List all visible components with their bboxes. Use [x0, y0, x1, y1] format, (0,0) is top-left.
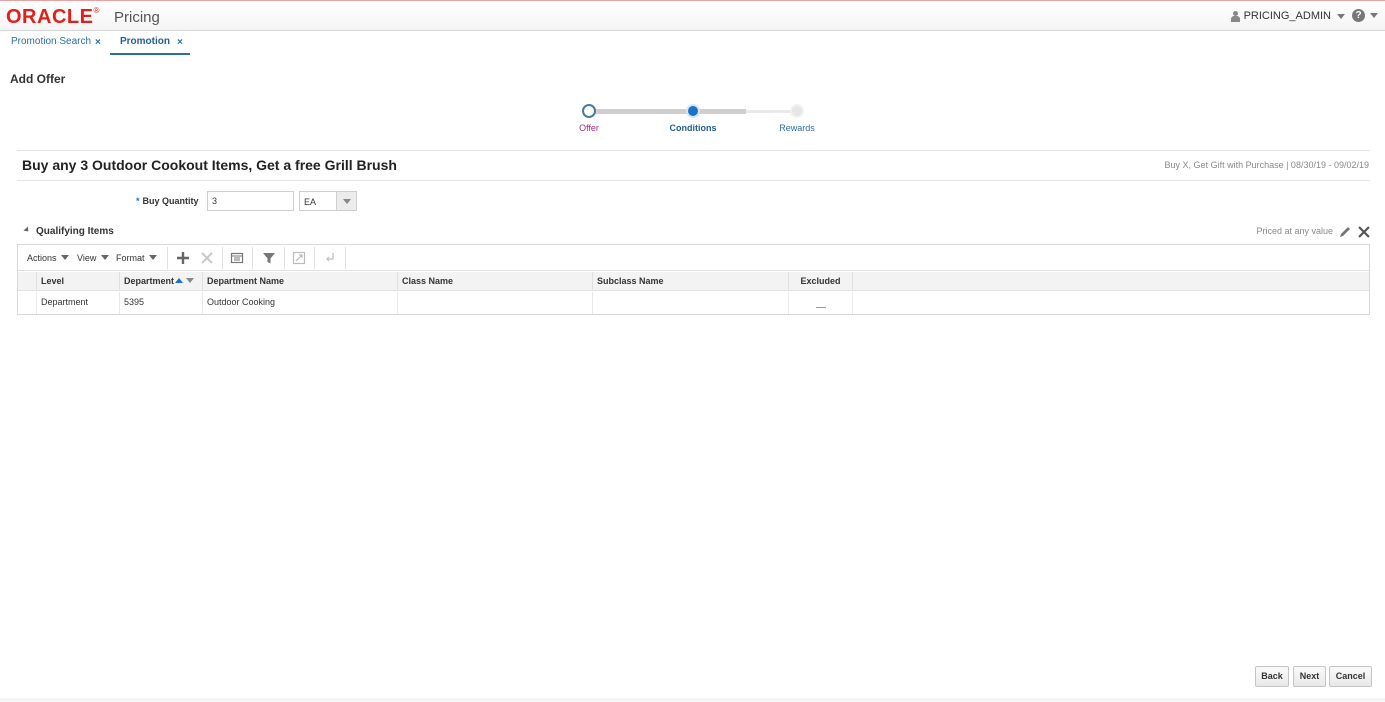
remove-icon[interactable]: [1357, 225, 1371, 239]
wrap-icon[interactable]: [323, 251, 337, 265]
tab-label: Promotion Search: [11, 36, 92, 47]
next-button[interactable]: Next: [1293, 666, 1326, 687]
format-menu[interactable]: Format: [116, 253, 158, 263]
buy-quantity-input[interactable]: [207, 191, 294, 211]
table-row[interactable]: Department 5395 Outdoor Cooking: [18, 292, 1369, 314]
actions-menu[interactable]: Actions: [27, 253, 70, 263]
table-toolbar: Actions View Format: [18, 245, 1369, 271]
priced-text: Priced at any value: [1256, 226, 1333, 236]
toolbar-separator: [167, 247, 168, 269]
column-header-subclass-name[interactable]: Subclass Name: [593, 272, 789, 291]
freeze-icon[interactable]: [292, 251, 306, 265]
sort-ascending-icon[interactable]: [175, 278, 184, 283]
train-label-offer[interactable]: Offer: [549, 123, 629, 133]
train-label-rewards[interactable]: Rewards: [757, 123, 837, 133]
view-menu[interactable]: View: [77, 253, 109, 263]
filter-icon[interactable]: [262, 251, 276, 265]
qualifying-items-header[interactable]: Qualifying Items: [23, 226, 114, 237]
empty-value-dash: [815, 307, 826, 308]
buy-quantity-label-text: Buy Quantity: [142, 196, 199, 206]
chevron-down-icon: [149, 255, 158, 260]
column-header-label: Excluded: [800, 276, 841, 286]
chevron-down-icon: [61, 255, 70, 260]
column-header-department[interactable]: Department: [120, 272, 203, 291]
column-header-level[interactable]: Level: [37, 272, 120, 291]
tab-promotion-search[interactable]: Promotion Search ×: [11, 36, 101, 55]
offer-meta: Buy X, Get Gift with Purchase | 08/30/19…: [1164, 160, 1369, 170]
train-connector: [746, 110, 796, 113]
help-menu[interactable]: ?: [1352, 9, 1378, 22]
logo-text: ORACLE: [6, 6, 94, 28]
chevron-down-icon[interactable]: [336, 192, 356, 210]
disclosure-icon[interactable]: [23, 226, 31, 234]
cell-excluded[interactable]: [789, 292, 853, 314]
column-header-label: Class Name: [402, 276, 454, 286]
delete-icon[interactable]: [200, 251, 214, 265]
oracle-logo[interactable]: ORACLE®: [6, 6, 100, 29]
uom-select[interactable]: EA: [299, 191, 357, 211]
toolbar-separator: [345, 247, 346, 269]
column-header-department-name[interactable]: Department Name: [203, 272, 398, 291]
user-icon: [1230, 10, 1240, 22]
qualifying-items-title: Qualifying Items: [36, 226, 114, 237]
app-name: Pricing: [114, 9, 160, 26]
train-stop-rewards[interactable]: [790, 104, 804, 118]
close-icon[interactable]: ×: [95, 37, 101, 48]
column-header-label: Department Name: [207, 276, 285, 286]
uom-value: EA: [304, 197, 317, 207]
chevron-down-icon: [100, 255, 109, 260]
train-label-conditions[interactable]: Conditions: [653, 123, 733, 133]
step-train: Offer Conditions Rewards: [560, 100, 840, 140]
cell-subclass-name: [593, 292, 789, 314]
row-header-cell: [18, 272, 37, 291]
footer-bar: [0, 698, 1385, 702]
logo-reg-mark: ®: [93, 6, 100, 15]
cell-class-name: [398, 292, 593, 314]
toolbar-separator: [314, 247, 315, 269]
offer-title: Buy any 3 Outdoor Cookout Items, Get a f…: [22, 157, 397, 173]
document-tabs: Promotion Search × Promotion ×: [0, 31, 1385, 55]
qualifying-items-table: Actions View Format Level Department Dep…: [17, 244, 1370, 315]
toolbar-separator: [284, 247, 285, 269]
user-menu[interactable]: PRICING_ADMIN: [1230, 10, 1345, 22]
detach-icon[interactable]: [230, 251, 244, 265]
divider: [17, 180, 1370, 181]
cell-department-name: Outdoor Cooking: [203, 292, 398, 314]
chevron-down-icon: [1337, 13, 1345, 19]
buy-quantity-label: * Buy Quantity: [136, 196, 199, 206]
column-header-class-name[interactable]: Class Name: [398, 272, 593, 291]
user-name: PRICING_ADMIN: [1243, 10, 1331, 22]
train-connector: [590, 109, 694, 114]
tab-label: Promotion: [120, 36, 170, 47]
sort-descending-icon[interactable]: [186, 278, 195, 283]
actions-menu-label: Actions: [27, 253, 57, 263]
train-stop-offer[interactable]: [582, 104, 596, 118]
train-connector: [694, 109, 746, 114]
row-header-cell[interactable]: [18, 292, 37, 314]
tab-promotion[interactable]: Promotion ×: [110, 36, 190, 55]
toolbar-separator: [222, 247, 223, 269]
add-icon[interactable]: [176, 251, 190, 265]
column-header-label: Level: [41, 276, 65, 286]
column-header-label: Department: [124, 276, 175, 286]
pencil-icon[interactable]: [1338, 225, 1352, 239]
cell-level: Department: [37, 292, 120, 314]
view-menu-label: View: [77, 253, 97, 263]
divider: [17, 150, 1370, 151]
format-menu-label: Format: [116, 253, 145, 263]
close-icon[interactable]: ×: [177, 37, 183, 48]
cell-department: 5395: [120, 292, 203, 314]
column-header-excluded[interactable]: Excluded: [789, 272, 853, 291]
help-icon: ?: [1352, 9, 1365, 22]
train-stop-conditions[interactable]: [686, 104, 700, 118]
cancel-button[interactable]: Cancel: [1329, 666, 1372, 687]
chevron-down-icon: [1370, 13, 1378, 18]
table-header-row: Level Department Department Name Class N…: [18, 272, 1369, 291]
column-header-label: Subclass Name: [597, 276, 664, 286]
toolbar-separator: [252, 247, 253, 269]
app-header: ORACLE® Pricing PRICING_ADMIN ?: [0, 0, 1385, 31]
page-title: Add Offer: [10, 72, 66, 86]
required-mark: *: [136, 196, 140, 206]
back-button[interactable]: Back: [1255, 666, 1289, 687]
